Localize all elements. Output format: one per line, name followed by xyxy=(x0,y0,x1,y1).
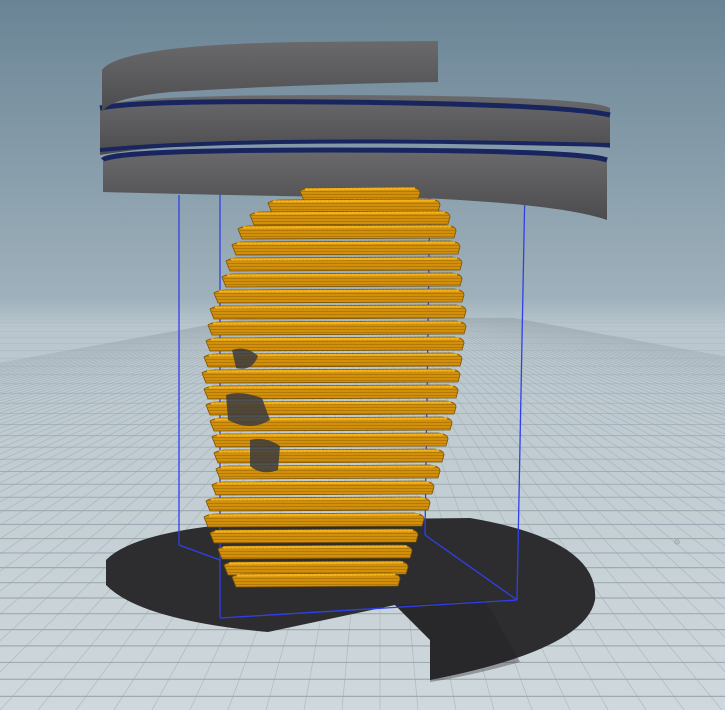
origin-marker-icon: ⊙ xyxy=(674,537,681,548)
3d-viewport[interactable]: ⊙ xyxy=(0,0,725,710)
scene-canvas[interactable] xyxy=(0,0,725,710)
